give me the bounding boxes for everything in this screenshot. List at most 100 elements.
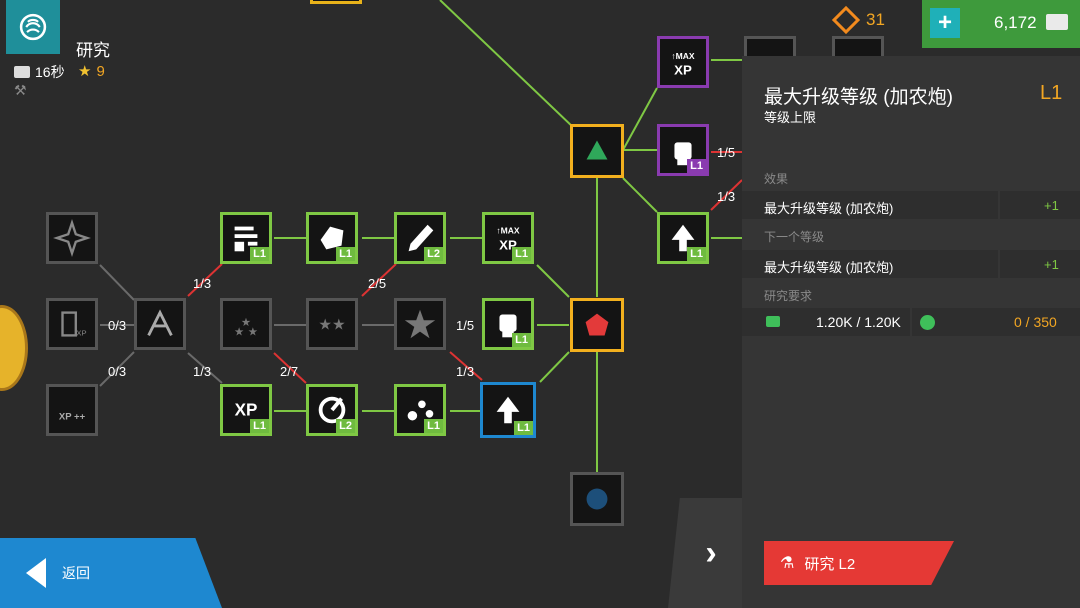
triangle-icon xyxy=(586,140,608,160)
tree-node-ring[interactable]: L2 xyxy=(306,384,358,436)
svg-text:XP: XP xyxy=(235,401,258,420)
research-globe-icon xyxy=(920,315,935,330)
research-token-icon xyxy=(831,5,861,35)
tree-node-pen[interactable]: L2 xyxy=(394,212,446,264)
two-stars-icon: ★★ xyxy=(318,316,345,334)
progress-counter: 1/5 xyxy=(456,318,475,333)
stars-badge: ★ 9 xyxy=(78,62,105,81)
xp-card-icon: XP xyxy=(61,311,87,337)
progress-counter: 0/3 xyxy=(108,364,127,379)
locked-emblem-icon xyxy=(586,488,608,510)
node-level-badge: L1 xyxy=(336,247,355,261)
star-icon xyxy=(404,309,436,339)
tree-node-aim-selected[interactable]: L1 xyxy=(480,382,536,438)
back-arrow-icon xyxy=(26,558,46,588)
progress-counter: 2/7 xyxy=(280,364,299,379)
tree-node-green-triangle[interactable] xyxy=(570,124,624,178)
node-level-badge: L1 xyxy=(512,247,531,261)
progress-counter: 1/3 xyxy=(456,364,475,379)
progress-counter: 1/5 xyxy=(717,145,736,160)
tree-node-xp-card-locked[interactable]: XP xyxy=(46,298,98,350)
svg-text:XP: XP xyxy=(76,328,86,337)
tree-node-star-three[interactable]: ★ ★ ★ xyxy=(220,298,272,350)
tree-node-max-xp[interactable]: ↑MAX XP L1 xyxy=(482,212,534,264)
tools-icon: ⚒ xyxy=(14,82,27,98)
scatter-arrows-icon xyxy=(147,309,173,337)
add-cash-button[interactable]: + xyxy=(930,8,960,38)
tree-node-arrow-up-right[interactable]: L1 xyxy=(657,212,709,264)
detail-level: L1 xyxy=(1040,82,1063,104)
requirement-cash: 1.20K / 1.20K xyxy=(816,314,901,330)
tree-node-max-xp-purple[interactable]: ↑MAX XP xyxy=(657,36,709,88)
starburst-icon xyxy=(53,219,91,257)
tree-node-burst[interactable]: L1 xyxy=(394,384,446,436)
flask-icon: ⚗ xyxy=(780,555,795,572)
svg-text:XP ++: XP ++ xyxy=(59,412,86,423)
progress-counter: 1/3 xyxy=(717,189,736,204)
node-level-badge: L1 xyxy=(512,333,531,347)
timer-badge: 16秒 xyxy=(14,62,65,82)
star-icon: ★ xyxy=(78,63,92,80)
detail-subtitle: 等级上限 xyxy=(764,110,817,125)
progress-counter: 1/3 xyxy=(193,276,212,291)
tree-node-scatter-locked[interactable] xyxy=(134,298,186,350)
svg-text:XP: XP xyxy=(674,62,692,77)
svg-text:↑MAX: ↑MAX xyxy=(496,225,520,235)
cash-value: 6,172 xyxy=(994,13,1037,32)
cash-icon xyxy=(1046,14,1068,30)
max-xp-icon: ↑MAXXP xyxy=(671,51,695,77)
tree-node-locked-blue[interactable] xyxy=(570,472,624,526)
tree-node-star-two[interactable]: ★★ xyxy=(306,298,358,350)
svg-text:↑MAX: ↑MAX xyxy=(671,51,695,61)
effect-heading: 效果 xyxy=(764,172,789,186)
node-level-badge: L1 xyxy=(250,419,269,433)
tree-node-fist[interactable]: L1 xyxy=(482,298,534,350)
tree-node-xp-plus-locked[interactable]: XP ++ xyxy=(46,384,98,436)
chevron-right-icon: › xyxy=(705,533,717,572)
back-label: 返回 xyxy=(62,565,90,581)
cash-icon xyxy=(766,316,780,327)
tree-node-top-partial[interactable] xyxy=(310,0,362,4)
svg-text:★★: ★★ xyxy=(318,316,345,334)
tree-node-document[interactable]: L1 xyxy=(220,212,272,264)
plus-icon: + xyxy=(937,9,952,36)
timer-text: 16秒 xyxy=(35,64,65,80)
tree-node-xp[interactable]: XP L1 xyxy=(220,384,272,436)
node-level-badge: L2 xyxy=(336,419,355,433)
requirements-heading: 研究要求 xyxy=(764,289,813,303)
node-level-badge: L1 xyxy=(687,159,706,173)
tree-node-star-badge-locked[interactable] xyxy=(46,212,98,264)
next-level-name: 最大升级等级 (加农炮) xyxy=(764,260,894,275)
node-level-badge: L1 xyxy=(424,419,443,433)
orange-currency: 31 xyxy=(831,5,885,35)
next-arrow-button[interactable]: › xyxy=(668,498,742,608)
tree-node-dino[interactable]: L1 xyxy=(306,212,358,264)
svg-text:★ ★: ★ ★ xyxy=(234,324,258,338)
progress-counter: 1/3 xyxy=(193,364,212,379)
back-button[interactable]: 返回 xyxy=(0,538,222,608)
detail-title: 最大升级等级 (加农炮) xyxy=(764,87,953,108)
node-level-badge: L1 xyxy=(687,247,706,261)
progress-counter: 0/3 xyxy=(108,318,127,333)
orange-currency-value: 31 xyxy=(866,10,885,29)
node-level-badge: L1 xyxy=(514,421,533,435)
research-button[interactable]: ⚗ 研究 L2 xyxy=(764,541,954,585)
node-level-badge: L2 xyxy=(424,247,443,261)
progress-counter: 2/5 xyxy=(368,276,387,291)
pentagon-icon xyxy=(585,313,609,336)
tree-node-star-one[interactable] xyxy=(394,298,446,350)
research-app-icon[interactable] xyxy=(6,0,60,54)
tree-node-fist-purple[interactable]: L1 xyxy=(657,124,709,176)
effect-name: 最大升级等级 (加农炮) xyxy=(764,201,894,216)
xp-plus-icon: XP ++ xyxy=(59,412,86,423)
three-stars-icon: ★★ ★ xyxy=(234,315,258,339)
node-level-badge: L1 xyxy=(250,247,269,261)
requirement-research: 0 / 350 xyxy=(1014,314,1057,330)
stars-count: 9 xyxy=(96,62,105,80)
brain-icon xyxy=(19,13,47,41)
tree-node-red-pentagon[interactable] xyxy=(570,298,624,352)
next-level-heading: 下一个等级 xyxy=(764,230,825,244)
next-level-value: +1 xyxy=(1044,257,1059,272)
research-button-label: 研究 L2 xyxy=(804,555,856,573)
effect-value: +1 xyxy=(1044,198,1059,213)
